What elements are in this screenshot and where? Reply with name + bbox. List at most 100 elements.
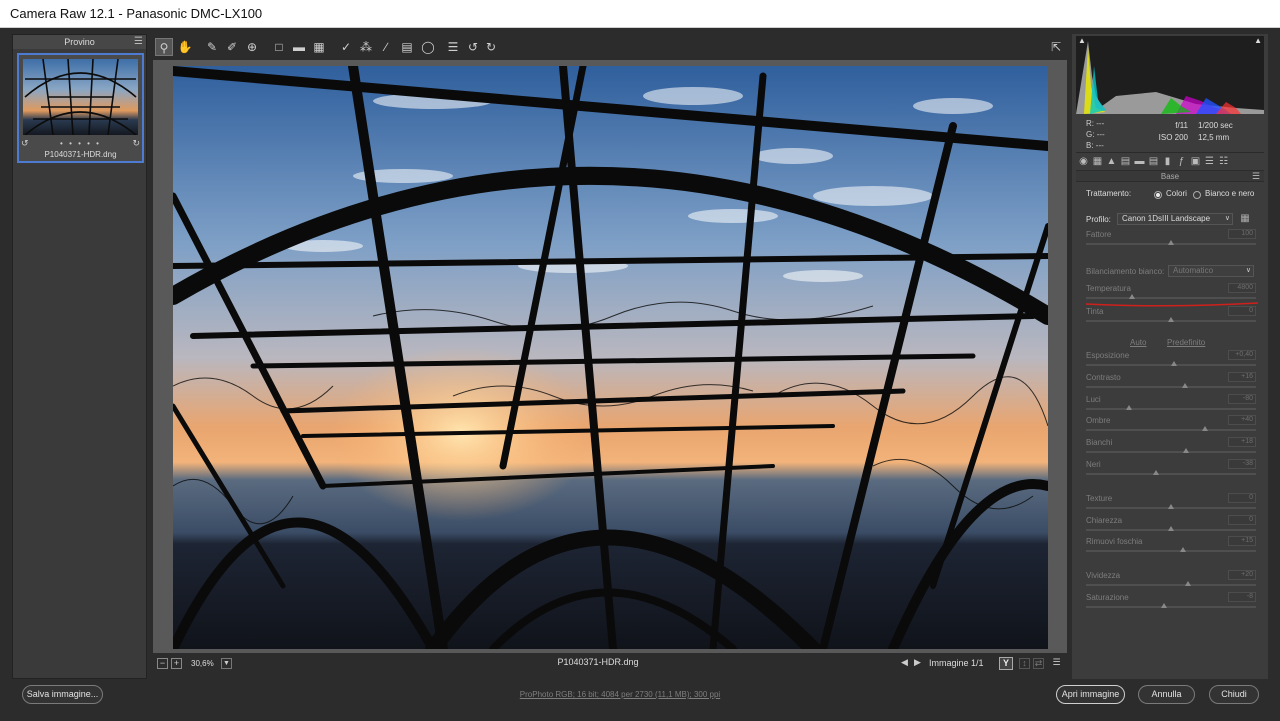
slider-track[interactable]	[1086, 473, 1256, 475]
hsl-tab-icon[interactable]: ▤	[1120, 155, 1131, 168]
slider-track[interactable]	[1086, 606, 1256, 608]
slider-value-field[interactable]: +0,40	[1228, 350, 1256, 360]
slider-thumb[interactable]	[1171, 361, 1178, 366]
slider-thumb[interactable]	[1168, 317, 1174, 322]
slider-value-field[interactable]: +20	[1228, 570, 1256, 580]
lens-tab-icon[interactable]: ▤	[1148, 155, 1159, 168]
menu-icon[interactable]: ☰	[134, 36, 143, 48]
rotate-right-icon[interactable]: ↻	[132, 138, 140, 149]
slider-track[interactable]	[1086, 297, 1256, 299]
slider-thumb[interactable]	[1179, 547, 1186, 552]
transform-tab-icon[interactable]: ▮	[1162, 155, 1173, 168]
slider-track[interactable]	[1086, 429, 1256, 431]
previous-image-button[interactable]: ◀	[899, 658, 910, 669]
thumbnail[interactable]: ↺ • • • • • ↻ P1040371-HDR.dng	[17, 53, 144, 163]
slider-value-field[interactable]: 100	[1228, 229, 1256, 239]
workflow-options-link[interactable]: ProPhoto RGB; 16 bit; 4084 per 2730 (11,…	[440, 690, 800, 699]
before-after-toggle[interactable]: Y	[999, 657, 1013, 670]
slider-value-field[interactable]: +18	[1228, 437, 1256, 447]
photo-preview[interactable]	[173, 66, 1048, 649]
slider-thumb[interactable]	[1168, 526, 1174, 531]
sliders-icon[interactable]: ☰	[1051, 658, 1062, 669]
slider-thumb[interactable]	[1125, 405, 1132, 410]
slider-texture[interactable]: Texture 0	[1086, 493, 1256, 516]
swap-icon[interactable]: ↕	[1019, 658, 1030, 669]
slider-neri[interactable]: Neri -38	[1086, 459, 1256, 482]
slider-thumb[interactable]	[1168, 504, 1174, 509]
fullscreen-icon[interactable]: ⇱	[1047, 38, 1065, 56]
adjustment-brush-icon[interactable]: ∕	[377, 38, 395, 56]
slider-vividezza[interactable]: Vividezza +20	[1086, 570, 1256, 593]
slider-bianchi[interactable]: Bianchi +18	[1086, 437, 1256, 460]
slider-thumb[interactable]	[1181, 383, 1188, 388]
basic-tab-icon[interactable]: ◉	[1078, 155, 1089, 168]
slider-track[interactable]	[1086, 386, 1256, 388]
slider-value-field[interactable]: -80	[1228, 394, 1256, 404]
slider-thumb[interactable]	[1168, 240, 1174, 245]
slider-thumb[interactable]	[1183, 448, 1190, 453]
slider-thumb[interactable]	[1152, 470, 1159, 475]
color-sampler-icon[interactable]: ✐	[223, 38, 241, 56]
slider-thumb[interactable]	[1202, 426, 1208, 431]
transform-icon[interactable]: ▦	[310, 38, 328, 56]
straighten-icon[interactable]: ▬	[290, 38, 308, 56]
next-image-button[interactable]: ▶	[912, 658, 923, 669]
color-radio[interactable]	[1154, 191, 1162, 199]
slider-ombre[interactable]: Ombre +40	[1086, 415, 1256, 438]
slider-luci[interactable]: Luci -80	[1086, 394, 1256, 417]
zoom-out-button[interactable]: −	[157, 658, 168, 669]
snapshots-tab-icon[interactable]: ☷	[1218, 155, 1229, 168]
radial-filter-icon[interactable]: ◯	[419, 38, 437, 56]
menu-icon[interactable]: ☰	[1252, 171, 1260, 182]
image-preview-area[interactable]	[153, 60, 1067, 653]
slider-track[interactable]	[1086, 451, 1256, 453]
slider-thumb[interactable]	[1128, 294, 1135, 299]
slider-value-field[interactable]: 0	[1228, 515, 1256, 525]
rotate-right-icon[interactable]: ↻	[482, 38, 500, 56]
crop-icon[interactable]: □	[270, 38, 288, 56]
done-button[interactable]: Chiudi	[1209, 685, 1259, 704]
slider-value-field[interactable]: 0	[1228, 306, 1256, 316]
slider-track[interactable]	[1086, 408, 1256, 410]
calibration-tab-icon[interactable]: ▣	[1190, 155, 1201, 168]
slider-value-field[interactable]: -38	[1228, 459, 1256, 469]
graduated-filter-icon[interactable]: ▤	[398, 38, 416, 56]
slider-value-field[interactable]: 4800	[1228, 283, 1256, 293]
rating-stars[interactable]: • • • • •	[19, 139, 142, 148]
slider-value-field[interactable]: +15	[1228, 536, 1256, 546]
zoom-in-button[interactable]: +	[171, 658, 182, 669]
slider-thumb[interactable]	[1185, 581, 1191, 586]
slider-tinta[interactable]: Tinta 0	[1086, 306, 1256, 329]
slider-temperatura[interactable]: Temperatura 4800	[1086, 283, 1256, 306]
default-link[interactable]: Predefinito	[1167, 338, 1205, 347]
auto-link[interactable]: Auto	[1130, 338, 1146, 347]
slider-thumb[interactable]	[1161, 603, 1168, 608]
open-image-button[interactable]: Apri immagine	[1056, 685, 1125, 704]
red-eye-icon[interactable]: ⁂	[357, 38, 375, 56]
hand-icon[interactable]: ✋	[176, 38, 194, 56]
slider-value-field[interactable]: 0	[1228, 493, 1256, 503]
zoom-icon[interactable]: ⚲	[155, 38, 173, 56]
white-balance-select[interactable]: Automatico ∨	[1168, 265, 1254, 277]
slider-value-field[interactable]: +16	[1228, 372, 1256, 382]
highlight-clipping-icon[interactable]: ▲	[1254, 36, 1262, 45]
slider-esposizione[interactable]: Esposizione +0,40	[1086, 350, 1256, 373]
profile-browser-icon[interactable]: ▦	[1239, 213, 1251, 225]
tone-curve-tab-icon[interactable]: ▦	[1092, 155, 1103, 168]
slider-value-field[interactable]: -8	[1228, 592, 1256, 602]
white-balance-icon[interactable]: ✎	[203, 38, 221, 56]
detail-tab-icon[interactable]: ▲	[1106, 155, 1117, 168]
rotate-left-icon[interactable]: ↺	[464, 38, 482, 56]
spot-removal-icon[interactable]: ✓	[337, 38, 355, 56]
slider-saturazione[interactable]: Saturazione -8	[1086, 592, 1256, 615]
profile-select[interactable]: Canon 1DsIII Landscape ∨	[1117, 213, 1233, 225]
slider-rimuovi-foschia[interactable]: Rimuovi foschia +15	[1086, 536, 1256, 559]
split-toning-tab-icon[interactable]: ▬	[1134, 155, 1145, 168]
slider-chiarezza[interactable]: Chiarezza 0	[1086, 515, 1256, 538]
slider-track[interactable]	[1086, 584, 1256, 586]
effects-tab-icon[interactable]: ƒ	[1176, 155, 1187, 168]
save-image-button[interactable]: Salva immagine...	[22, 685, 103, 704]
slider-value-field[interactable]: +40	[1228, 415, 1256, 425]
chevron-down-icon[interactable]: ▼	[221, 658, 232, 669]
target-adjust-icon[interactable]: ⊕	[243, 38, 261, 56]
